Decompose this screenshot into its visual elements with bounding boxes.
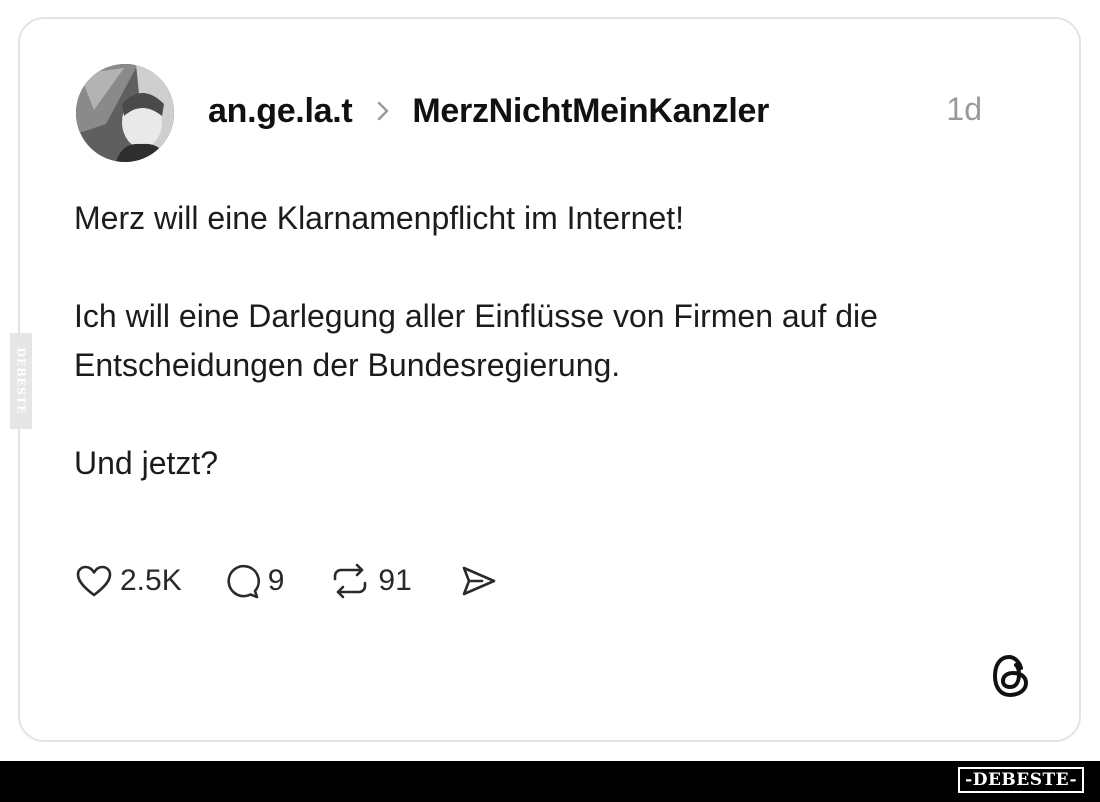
post-body: Merz will eine Klarnamenpflicht im Inter… bbox=[74, 194, 974, 488]
post-actions: 2.5K 9 91 bbox=[74, 558, 498, 604]
comment-button[interactable]: 9 bbox=[222, 561, 285, 601]
avatar-image bbox=[76, 64, 174, 162]
repost-count: 91 bbox=[378, 564, 412, 597]
post-header: an.ge.la.t MerzNichtMeinKanzler bbox=[208, 88, 769, 134]
send-icon bbox=[462, 566, 496, 596]
post-timestamp: 1d bbox=[946, 91, 982, 127]
chevron-right-icon bbox=[378, 101, 389, 121]
side-watermark-text: DEBESTE bbox=[14, 347, 28, 415]
comment-count: 9 bbox=[267, 564, 285, 597]
repost-icon bbox=[334, 563, 367, 599]
footer-watermark-logo: -DEBESTE- bbox=[958, 767, 1084, 793]
like-count: 2.5K bbox=[120, 564, 182, 597]
footer-bar: -DEBESTE- bbox=[0, 761, 1100, 802]
comment-icon bbox=[227, 564, 260, 599]
share-button[interactable] bbox=[458, 561, 498, 601]
post-paragraph: Ich will eine Darlegung aller Einflüsse … bbox=[74, 298, 878, 383]
username[interactable]: an.ge.la.t bbox=[208, 92, 353, 131]
post-paragraph: Merz will eine Klarnamenpflicht im Inter… bbox=[74, 200, 685, 236]
avatar[interactable] bbox=[76, 64, 174, 162]
side-watermark: DEBESTE bbox=[10, 333, 32, 429]
heart-icon bbox=[76, 565, 112, 597]
threads-logo-icon bbox=[993, 655, 1028, 697]
topic-tag[interactable]: MerzNichtMeinKanzler bbox=[412, 92, 769, 131]
repost-button[interactable]: 91 bbox=[328, 561, 412, 601]
post-paragraph: Und jetzt? bbox=[74, 445, 219, 481]
like-button[interactable]: 2.5K bbox=[74, 561, 182, 601]
